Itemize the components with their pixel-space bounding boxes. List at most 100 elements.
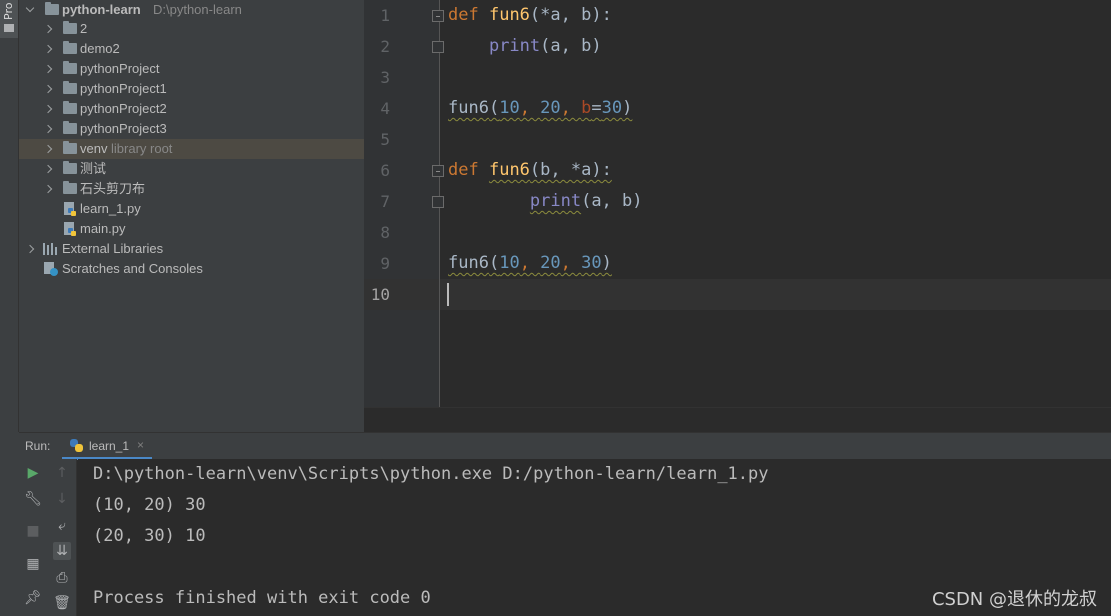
chevron-right-icon[interactable] — [43, 99, 53, 119]
folder-icon — [63, 161, 77, 174]
folder-icon — [63, 141, 77, 154]
tree-item-file[interactable]: learn_1.py — [19, 199, 364, 219]
tree-item-folder[interactable]: 2 — [19, 19, 364, 39]
folder-icon — [63, 41, 77, 54]
chevron-right-icon[interactable] — [43, 19, 53, 39]
chevron-down-icon[interactable] — [25, 0, 35, 20]
builtin-print: print — [529, 191, 582, 211]
layout-icon[interactable]: ▦ — [24, 555, 42, 573]
warning-squiggle[interactable]: fun6(10, 20, b=30) — [448, 98, 632, 118]
fold-end-icon[interactable] — [432, 41, 444, 53]
tool-window-strip: Pro — [0, 0, 19, 432]
fold-end-icon[interactable] — [432, 196, 444, 208]
folder-icon — [63, 181, 77, 194]
folder-icon — [63, 21, 77, 34]
line-number: 3 — [380, 68, 390, 87]
arrow-down-icon[interactable]: ↓ — [53, 490, 71, 508]
builtin-print: print — [488, 36, 541, 56]
watermark: CSDN @退休的龙叔 — [931, 589, 1097, 610]
code-punct: ) — [622, 98, 633, 118]
code-punct: = — [591, 98, 602, 118]
tree-item-label: pythonProject — [80, 61, 160, 76]
folder-icon — [63, 61, 77, 74]
project-tool-tab-label: Pro — [2, 2, 15, 20]
folder-icon — [45, 2, 59, 15]
soft-wrap-icon[interactable]: ⤶ — [53, 517, 71, 535]
rerun-icon[interactable]: ▶ — [24, 464, 42, 482]
tree-item-venv[interactable]: venv library root — [19, 139, 364, 159]
code-line-4[interactable]: fun6(10, 20, b=30) — [448, 93, 632, 124]
root-folder-name: python-learn — [62, 2, 141, 17]
folder-icon — [4, 24, 14, 32]
code-punct: , — [560, 253, 582, 273]
code-text: (b, *a): — [529, 160, 612, 180]
console-line: (10, 20) 30 — [93, 495, 206, 515]
console-line: Process finished with exit code 0 — [93, 588, 431, 608]
tree-item-file[interactable]: main.py — [19, 219, 364, 239]
chevron-right-icon[interactable] — [43, 79, 53, 99]
code-line-7[interactable]: print(a, b) — [448, 186, 643, 217]
tree-item-folder[interactable]: pythonProject3 — [19, 119, 364, 139]
console-line: D:\python-learn\venv\Scripts\python.exe … — [93, 464, 769, 484]
number-literal: 30 — [601, 98, 623, 118]
stop-icon[interactable]: ■ — [24, 522, 42, 540]
scroll-to-end-icon[interactable]: ⇊ — [53, 542, 71, 560]
tree-item-folder[interactable]: 石头剪刀布 — [19, 179, 364, 199]
code-line-6[interactable]: def fun6(b, *a): — [448, 155, 612, 186]
code-text: (a, b) — [581, 191, 643, 211]
file-name: learn_1.py — [80, 201, 141, 216]
line-number-current: 10 — [370, 285, 390, 304]
tree-item-folder[interactable]: 测试 — [19, 159, 364, 179]
tree-root-python-learn[interactable]: python-learn D:\python-learn — [19, 0, 364, 20]
folder-icon — [63, 121, 77, 134]
chevron-right-icon[interactable] — [43, 159, 53, 179]
library-root-hint: library root — [111, 141, 173, 156]
line-number: 6 — [380, 161, 390, 180]
tree-item-folder[interactable]: pythonProject1 — [19, 79, 364, 99]
pin-icon[interactable]: 📌︎ — [24, 589, 42, 607]
code-text: (*a, b): — [529, 5, 612, 25]
tree-item-folder[interactable]: pythonProject2 — [19, 99, 364, 119]
chevron-right-icon[interactable] — [43, 119, 53, 139]
warning-squiggle[interactable]: fun6(10, 20, 30) — [448, 253, 612, 273]
code-punct: ) — [601, 253, 612, 273]
code-line-9[interactable]: fun6(10, 20, 30) — [448, 248, 612, 279]
chevron-right-icon[interactable] — [43, 139, 53, 159]
python-icon — [70, 439, 84, 453]
trash-icon[interactable]: 🗑︎ — [53, 594, 71, 612]
chevron-right-icon[interactable] — [25, 239, 35, 259]
call-name: fun6 — [448, 253, 489, 273]
chevron-right-icon[interactable] — [43, 39, 53, 59]
keyword-def: def — [448, 160, 479, 180]
run-tab-learn-1[interactable]: learn_1 × — [62, 433, 152, 460]
tree-item-label: pythonProject3 — [80, 121, 167, 136]
project-panel: python-learn D:\python-learn 2 demo2 pyt… — [19, 0, 364, 432]
folder-icon — [63, 81, 77, 94]
wrench-icon[interactable]: 🔧︎ — [24, 490, 42, 508]
code-punct: , — [560, 98, 582, 118]
folder-icon — [63, 101, 77, 114]
chevron-right-icon[interactable] — [43, 179, 53, 199]
number-literal: 10 — [499, 253, 520, 273]
fold-collapse-icon[interactable] — [432, 10, 444, 22]
print-icon[interactable]: ⎙ — [53, 569, 71, 587]
function-name: fun6 — [488, 5, 530, 25]
arrow-up-icon[interactable]: ↑ — [53, 464, 71, 482]
code-line-1[interactable]: def fun6(*a, b): — [448, 0, 612, 31]
chevron-right-icon[interactable] — [43, 59, 53, 79]
project-tool-tab[interactable]: Pro — [0, 0, 18, 38]
tree-item-folder[interactable]: demo2 — [19, 39, 364, 59]
tree-item-label: 测试 — [80, 161, 107, 176]
line-number: 7 — [380, 192, 390, 211]
code-line-2[interactable]: print(a, b) — [448, 31, 602, 62]
line-number: 9 — [380, 254, 390, 273]
tree-item-folder[interactable]: pythonProject — [19, 59, 364, 79]
tree-item-scratches[interactable]: Scratches and Consoles — [19, 259, 364, 279]
number-literal: 10 — [499, 98, 520, 118]
tree-item-label: venv — [80, 141, 108, 156]
run-panel-header: Run: learn_1 × — [0, 432, 1111, 460]
close-icon[interactable]: × — [137, 438, 144, 452]
fold-collapse-icon[interactable] — [432, 165, 444, 177]
tree-item-external-libraries[interactable]: External Libraries — [19, 239, 364, 259]
line-number: 8 — [380, 223, 390, 242]
